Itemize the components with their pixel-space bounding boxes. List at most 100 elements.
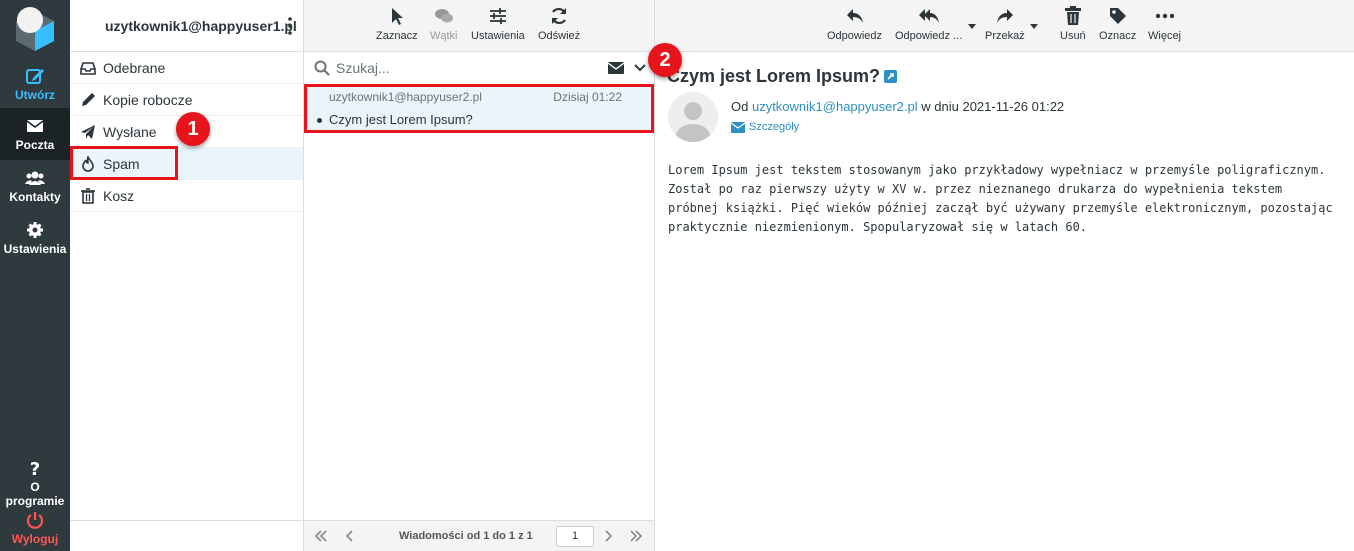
folder-label: Odebrane [103, 59, 166, 76]
account-name: uzytkownik1@happyuser1.pl [105, 17, 297, 34]
folder-label: Kopie robocze [103, 91, 193, 108]
list-footer: Wiadomości od 1 do 1 z 1 1 [304, 520, 654, 551]
question-icon: ? [30, 459, 40, 477]
message-datetime: w dniu 2021-11-26 01:22 [921, 99, 1065, 114]
folder-label: Kosz [103, 187, 135, 204]
search-bar [304, 52, 654, 84]
folder-label: Wysłane [103, 123, 157, 140]
message-view-pane: Odpowiedz Odpowiedz ... Przekaż Usuń Ozn… [655, 0, 1354, 551]
mark-label: Oznacz [1099, 30, 1137, 42]
step-badge-2: 2 [648, 43, 682, 77]
more-button[interactable]: Więcej [1148, 6, 1181, 42]
refresh-label: Odśwież [538, 30, 581, 42]
gear-icon [27, 222, 43, 238]
nav-mail[interactable]: Poczta [0, 108, 70, 160]
more-horizontal-icon [1155, 13, 1174, 19]
sender-line: Od uzytkownik1@happyuser2.pl w dniu 2021… [731, 99, 1064, 114]
reply-label: Odpowiedz [827, 30, 883, 42]
mark-button[interactable]: Oznacz [1099, 6, 1136, 42]
reply-all-icon [918, 9, 939, 23]
delete-label: Usuń [1060, 30, 1086, 42]
main-nav: Utwórz Poczta Kontakty Ustawienia ? O pr… [0, 0, 70, 551]
refresh-icon [552, 7, 567, 25]
account-header: uzytkownik1@happyuser1.pl [70, 0, 303, 52]
envelope-icon [26, 120, 44, 132]
select-label: Zaznacz [376, 30, 418, 42]
logo [16, 7, 54, 51]
open-external-icon[interactable] [884, 70, 897, 83]
reply-icon [846, 9, 863, 23]
sender-address[interactable]: uzytkownik1@happyuser2.pl [752, 99, 918, 114]
message-highlight-box [304, 84, 654, 133]
message-title: Czym jest Lorem Ipsum? [667, 66, 881, 86]
details-link[interactable]: Szczegóły [731, 121, 799, 133]
details-label: Szczegóły [749, 121, 800, 133]
search-icon [314, 60, 330, 76]
threads-button[interactable]: Wątki [430, 6, 458, 42]
select-button[interactable]: Zaznacz [376, 6, 418, 42]
nav-contacts-label: Kontakty [9, 190, 61, 204]
forward-dropdown-icon[interactable] [1030, 24, 1038, 29]
nav-contacts[interactable]: Kontakty [0, 160, 70, 210]
message-body: Lorem Ipsum jest tekstem stosowanym jako… [668, 163, 1333, 234]
reply-button[interactable]: Odpowiedz [827, 6, 882, 42]
folders-pane: uzytkownik1@happyuser1.pl Odebrane Kopie… [70, 0, 304, 551]
forward-icon [996, 9, 1013, 23]
message-list-pane: Zaznacz Wątki Ustawienia Odśwież Szukaj.… [304, 0, 655, 551]
message-toolbar: Odpowiedz Odpowiedz ... Przekaż Usuń Ozn… [655, 0, 1354, 52]
inbox-icon [80, 61, 96, 75]
paper-plane-icon [81, 124, 95, 139]
comments-icon [434, 9, 453, 23]
delete-button[interactable]: Usuń [1060, 6, 1086, 42]
nav-compose-label: Utwórz [15, 88, 55, 102]
user-silhouette-icon [676, 102, 710, 142]
next-page-icon[interactable] [601, 530, 615, 542]
folder-drafts[interactable]: Kopie robocze [70, 84, 303, 116]
nav-settings-label: Ustawienia [3, 242, 67, 256]
nav-logout-label: Wyloguj [11, 532, 59, 546]
list-settings-button[interactable]: Ustawienia [471, 6, 525, 42]
more-label: Więcej [1148, 30, 1182, 42]
tag-icon [1109, 8, 1126, 24]
reply-all-dropdown-icon[interactable] [968, 24, 976, 29]
trash-icon [81, 187, 95, 204]
envelope-icon [731, 121, 745, 133]
avatar [668, 92, 718, 142]
svg-text:?: ? [30, 459, 40, 477]
message-count: Wiadomości od 1 do 1 z 1 [399, 530, 533, 542]
list-settings-label: Ustawienia [471, 30, 525, 42]
trash-icon [1064, 6, 1081, 25]
nav-logout[interactable]: Wyloguj [0, 502, 70, 551]
cursor-icon [391, 8, 403, 25]
step-badge-1: 1 [176, 112, 210, 146]
power-icon [26, 512, 44, 529]
chevron-down-icon[interactable] [634, 63, 646, 73]
nav-about[interactable]: ? O programie [0, 450, 70, 508]
spam-highlight-box [70, 146, 178, 180]
prev-page-icon[interactable] [343, 530, 357, 542]
compose-icon [26, 69, 44, 84]
page-number-input[interactable]: 1 [556, 526, 594, 547]
refresh-button[interactable]: Odśwież [538, 6, 580, 42]
more-vertical-icon[interactable] [288, 17, 292, 35]
sliders-icon [489, 8, 506, 24]
nav-mail-label: Poczta [15, 138, 55, 152]
folders-footer [70, 520, 304, 551]
users-icon [25, 171, 45, 185]
list-toolbar: Zaznacz Wątki Ustawienia Odśwież [304, 0, 654, 52]
first-page-icon[interactable] [314, 530, 328, 542]
reply-all-button[interactable]: Odpowiedz ... [895, 6, 962, 42]
nav-compose[interactable]: Utwórz [0, 58, 70, 108]
folder-inbox[interactable]: Odebrane [70, 52, 303, 84]
app: Utwórz Poczta Kontakty Ustawienia ? O pr… [0, 0, 1354, 551]
last-page-icon[interactable] [629, 530, 643, 542]
envelope-filter-icon[interactable] [608, 62, 624, 74]
nav-settings[interactable]: Ustawienia [0, 212, 70, 262]
threads-label: Wątki [430, 30, 458, 42]
search-input[interactable] [336, 60, 586, 76]
forward-button[interactable]: Przekaż [985, 6, 1025, 42]
reply-all-label: Odpowiedz ... [895, 30, 963, 42]
pencil-icon [82, 92, 95, 106]
from-prefix: Od [731, 99, 749, 114]
folder-trash[interactable]: Kosz [70, 180, 303, 212]
